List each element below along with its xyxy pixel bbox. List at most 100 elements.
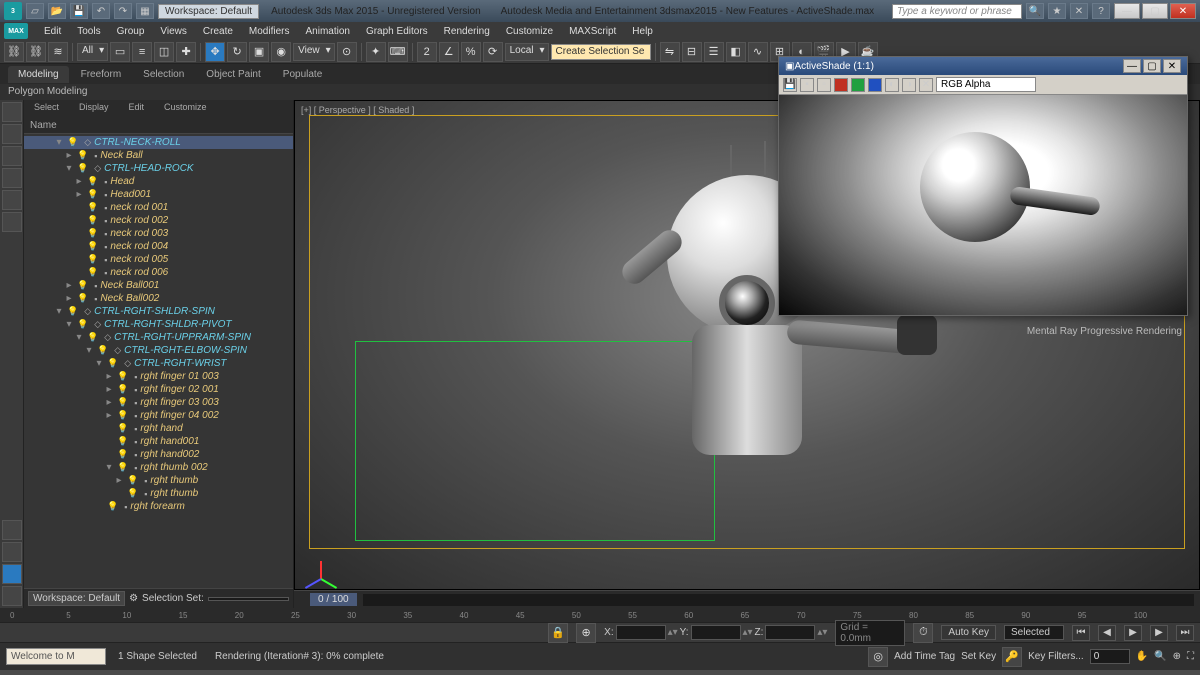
unlink-icon[interactable]: ⛓ [26, 42, 46, 62]
tree-node[interactable]: ▸💡▪Neck Ball [24, 149, 293, 162]
minimize-button[interactable]: — [1114, 3, 1140, 19]
timeline-track[interactable] [363, 594, 1194, 606]
tree-node[interactable]: ▾💡◇CTRL-HEAD-ROCK [24, 162, 293, 175]
select-region-icon[interactable]: ◫ [154, 42, 174, 62]
scene-tab-edit[interactable]: Edit [119, 100, 155, 118]
play-icon[interactable]: ▶ [1124, 625, 1142, 641]
add-time-tag-button[interactable]: Add Time Tag [894, 651, 955, 662]
spinner-snap-icon[interactable]: ⟳ [483, 42, 503, 62]
autokey-button[interactable]: Auto Key [941, 625, 996, 640]
nav-orbit-icon[interactable]: ⊕ [1173, 651, 1181, 662]
tree-node[interactable]: ▸💡▪Head [24, 175, 293, 188]
tree-node[interactable]: ▾💡◇CTRL-RGHT-WRIST [24, 357, 293, 370]
strip-btn-c[interactable] [2, 564, 22, 584]
pivot-center-icon[interactable]: ⊙ [337, 42, 357, 62]
save-file-icon[interactable]: 💾 [70, 3, 88, 19]
tab-freeform[interactable]: Freeform [71, 66, 132, 83]
tree-node[interactable]: 💡▪neck rod 003 [24, 227, 293, 240]
prev-frame-icon[interactable]: ◀ [1098, 625, 1116, 641]
nav-pan-icon[interactable]: ✋ [1136, 651, 1148, 662]
curve-editor-icon[interactable]: ∿ [748, 42, 768, 62]
as-save-icon[interactable]: 💾 [783, 78, 797, 92]
tree-node[interactable]: ▸💡▪Neck Ball001 [24, 279, 293, 292]
keyfilters-button[interactable]: Key Filters... [1028, 651, 1084, 662]
menu-group[interactable]: Group [109, 24, 153, 39]
next-frame-icon[interactable]: ▶ [1150, 625, 1168, 641]
menu-modifiers[interactable]: Modifiers [241, 24, 298, 39]
tree-node[interactable]: ▾💡◇CTRL-RGHT-ELBOW-SPIN [24, 344, 293, 357]
menu-maxscript[interactable]: MAXScript [561, 24, 624, 39]
scene-column-header[interactable]: Name [24, 118, 293, 134]
local-dropdown[interactable]: Local [505, 43, 549, 61]
viewport-label[interactable]: [+] [ Perspective ] [ Shaded ] [301, 105, 414, 115]
tree-node[interactable]: 💡▪neck rod 002 [24, 214, 293, 227]
scene-tree[interactable]: ▾💡◇CTRL-NECK-ROLL▸💡▪Neck Ball▾💡◇CTRL-HEA… [24, 134, 293, 588]
maximize-button[interactable]: ▢ [1142, 3, 1168, 19]
as-alpha-icon[interactable]: ◐ [885, 78, 899, 92]
select-object-icon[interactable]: ▭ [110, 42, 130, 62]
tab-modeling[interactable]: Modeling [8, 66, 69, 83]
menu-rendering[interactable]: Rendering [436, 24, 498, 39]
layers-icon[interactable]: ☰ [704, 42, 724, 62]
setkey-button[interactable]: Set Key [961, 651, 996, 662]
strip-btn-4[interactable] [2, 168, 22, 188]
time-slider[interactable]: 0 / 100 [294, 590, 1200, 608]
tab-populate[interactable]: Populate [273, 66, 332, 83]
as-red-channel-icon[interactable] [834, 78, 848, 92]
x-input[interactable] [616, 625, 666, 640]
snap-2d-icon[interactable]: 2 [417, 42, 437, 62]
window-crossing-icon[interactable]: ✚ [176, 42, 196, 62]
tree-node[interactable]: ▸💡▪rght finger 04 002 [24, 409, 293, 422]
tree-node[interactable]: 💡▪rght hand001 [24, 435, 293, 448]
menu-animation[interactable]: Animation [297, 24, 357, 39]
y-input[interactable] [691, 625, 741, 640]
as-channel-dropdown[interactable]: RGB Alpha [936, 77, 1036, 92]
select-move-icon[interactable]: ✥ [205, 42, 225, 62]
open-file-icon[interactable]: 📂 [48, 3, 66, 19]
as-minimize-button[interactable]: — [1123, 59, 1141, 73]
strip-btn-2[interactable] [2, 124, 22, 144]
menu-edit[interactable]: Edit [36, 24, 69, 39]
search-icon[interactable]: 🔍 [1026, 3, 1044, 19]
keyboard-shortcut-icon[interactable]: ⌨ [388, 42, 408, 62]
tree-node[interactable]: 💡▪neck rod 006 [24, 266, 293, 279]
z-input[interactable] [765, 625, 815, 640]
nav-zoom-icon[interactable]: 🔍 [1154, 651, 1166, 662]
snap-percent-icon[interactable]: % [461, 42, 481, 62]
goto-end-icon[interactable]: ⏭ [1176, 625, 1194, 641]
redo-icon[interactable]: ↷ [114, 3, 132, 19]
select-rotate-icon[interactable]: ↻ [227, 42, 247, 62]
tree-node[interactable]: 💡▪rght thumb [24, 487, 293, 500]
as-copy-icon[interactable]: ▪ [800, 78, 814, 92]
tab-object-paint[interactable]: Object Paint [196, 66, 270, 83]
scene-tab-select[interactable]: Select [24, 100, 69, 118]
select-place-icon[interactable]: ◉ [271, 42, 291, 62]
as-clone-icon[interactable]: ▫ [817, 78, 831, 92]
footer-workspace-dropdown[interactable]: Workspace: Default [28, 591, 125, 606]
select-by-name-icon[interactable]: ≡ [132, 42, 152, 62]
select-link-icon[interactable]: ⛓ [4, 42, 24, 62]
keymode-dropdown[interactable]: Selected [1004, 625, 1064, 640]
maxscript-listener[interactable]: Welcome to M [6, 648, 106, 665]
application-menu-icon[interactable]: MAX [4, 23, 28, 39]
key-mode-icon[interactable]: 🔑 [1002, 647, 1022, 667]
tree-node[interactable]: 💡▪rght forearm [24, 500, 293, 513]
scene-tab-customize[interactable]: Customize [154, 100, 217, 118]
nav-maximize-icon[interactable]: ⛶ [1187, 651, 1194, 662]
tree-node[interactable]: 💡▪neck rod 005 [24, 253, 293, 266]
activeshade-titlebar[interactable]: ▣ ActiveShade (1:1) — ▢ ✕ [779, 57, 1187, 75]
layer-explorer-icon[interactable]: ◧ [726, 42, 746, 62]
help-icon[interactable]: ? [1092, 3, 1110, 19]
ref-coord-dropdown[interactable]: View [293, 43, 335, 61]
bind-spacewarp-icon[interactable]: ≋ [48, 42, 68, 62]
current-frame-input[interactable] [1090, 649, 1130, 664]
menu-graph-editors[interactable]: Graph Editors [358, 24, 436, 39]
as-blue-channel-icon[interactable] [868, 78, 882, 92]
project-icon[interactable]: ▦ [136, 3, 154, 19]
tree-node[interactable]: ▾💡◇CTRL-RGHT-UPPRARM-SPIN [24, 331, 293, 344]
strip-btn-d[interactable] [2, 586, 22, 606]
tree-node[interactable]: ▾💡◇CTRL-NECK-ROLL [24, 136, 293, 149]
undo-icon[interactable]: ↶ [92, 3, 110, 19]
tree-node[interactable]: ▸💡▪rght thumb [24, 474, 293, 487]
as-green-channel-icon[interactable] [851, 78, 865, 92]
